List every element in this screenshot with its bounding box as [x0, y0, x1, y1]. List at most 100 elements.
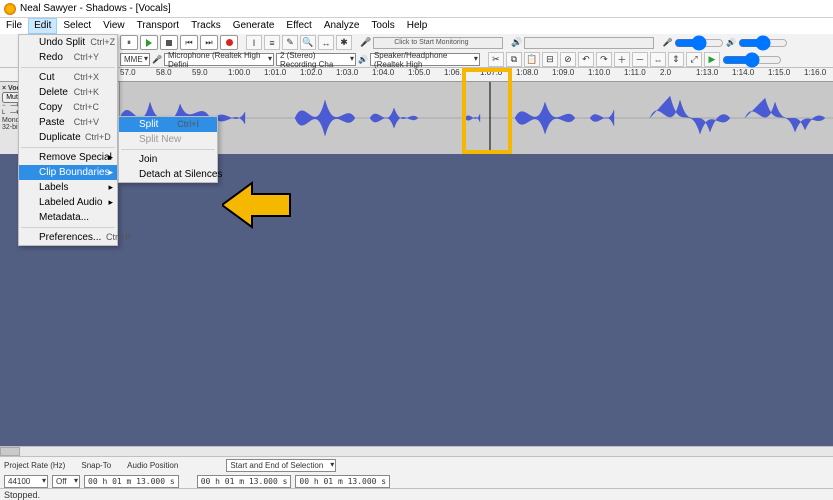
selection-start-field[interactable]: 00 h 01 m 13.000 s — [197, 475, 292, 488]
playback-device-combo[interactable]: Speaker/Headphone (Realtek High — [370, 53, 480, 66]
cut-button[interactable]: ✂ — [488, 52, 504, 67]
playback-meter[interactable] — [524, 37, 654, 49]
titlebar: Neal Sawyer - Shadows - [Vocals] — [0, 0, 833, 18]
menu-view[interactable]: View — [97, 18, 131, 34]
toolbar: I ≡ ✎ 🔍 ↔ ✱ 🎤 Click to Start Monitoring … — [0, 34, 833, 68]
menu-item-undo-split[interactable]: Undo SplitCtrl+Z — [19, 35, 117, 50]
multi-tool[interactable]: ✱ — [336, 35, 352, 50]
recording-volume-slider[interactable] — [674, 38, 724, 48]
zoom-in-button[interactable]: ＋ — [614, 52, 630, 67]
play-meter-icon: 🔊 — [511, 37, 522, 48]
recording-channels-combo[interactable]: 2 (Stereo) Recording Cha — [276, 53, 356, 66]
timeline-tick: 1:10.0 — [588, 68, 624, 81]
audio-position-field[interactable]: 00 h 01 m 13.000 s — [84, 475, 179, 488]
menu-item-detach-at-silences[interactable]: Detach at Silences — [119, 167, 217, 182]
record-button[interactable] — [220, 35, 238, 50]
copy-button[interactable]: ⧉ — [506, 52, 522, 67]
edit-menu-dropdown[interactable]: Undo SplitCtrl+ZRedoCtrl+Y CutCtrl+XDelet… — [18, 34, 118, 246]
menu-help[interactable]: Help — [401, 18, 434, 34]
trim-button[interactable]: ⊟ — [542, 52, 558, 67]
envelope-tool[interactable]: ≡ — [264, 35, 280, 50]
menu-generate[interactable]: Generate — [227, 18, 281, 34]
menu-item-labels[interactable]: Labels — [19, 180, 117, 195]
play-at-speed-button[interactable]: ▶ — [704, 52, 720, 67]
timeline-tick: 59.0 — [192, 68, 228, 81]
mic-vol-icon: 🎤 — [662, 38, 672, 47]
menu-item-remove-special[interactable]: Remove Special — [19, 150, 117, 165]
recording-device-combo[interactable]: Microphone (Realtek High Defini — [164, 53, 274, 66]
selection-format-combo[interactable]: Start and End of Selection — [226, 459, 336, 472]
selection-tool[interactable]: I — [246, 35, 262, 50]
menu-item-split-new: Split New — [119, 132, 217, 147]
snap-to-combo[interactable]: Off — [52, 475, 80, 488]
paste-button[interactable]: 📋 — [524, 52, 540, 67]
menu-item-clip-boundaries[interactable]: Clip Boundaries — [19, 165, 117, 180]
menu-item-delete[interactable]: DeleteCtrl+K — [19, 85, 117, 100]
app-icon — [4, 3, 16, 15]
menu-item-join[interactable]: Join — [119, 152, 217, 167]
timeline-tick: 1:07.0 — [480, 68, 516, 81]
project-rate-combo[interactable]: 44100 — [4, 475, 48, 488]
project-rate-label: Project Rate (Hz) — [4, 461, 65, 470]
menu-item-preferences-[interactable]: Preferences...Ctrl+P — [19, 230, 117, 245]
menu-file[interactable]: File — [0, 18, 28, 34]
menubar[interactable]: FileEditSelectViewTransportTracksGenerat… — [0, 18, 833, 34]
fit-project-button[interactable]: ⇕ — [668, 52, 684, 67]
audio-host-combo[interactable]: MME — [120, 53, 150, 66]
zoom-out-button[interactable]: － — [632, 52, 648, 67]
timeshift-tool[interactable]: ↔ — [318, 35, 334, 50]
timeline-tick: 2.0 — [660, 68, 696, 81]
zoom-tool[interactable]: 🔍 — [300, 35, 316, 50]
menu-item-cut[interactable]: CutCtrl+X — [19, 70, 117, 85]
timeline-tick: 57.0 — [120, 68, 156, 81]
play-button[interactable] — [140, 35, 158, 50]
timeline-tick: 1:16.0 — [804, 68, 833, 81]
menu-analyze[interactable]: Analyze — [318, 18, 366, 34]
playback-volume-slider[interactable] — [738, 38, 788, 48]
undo-button[interactable]: ↶ — [578, 52, 594, 67]
snap-to-label: Snap-To — [81, 461, 111, 470]
horizontal-scrollbar[interactable] — [0, 446, 833, 456]
timeline-tick: 1:13.0 — [696, 68, 732, 81]
timeline-ruler[interactable]: 57.058.059.01:00.01:01.01:02.01:03.01:04… — [0, 68, 833, 82]
status-bar: Stopped. — [0, 488, 833, 500]
menu-effect[interactable]: Effect — [280, 18, 317, 34]
menu-item-duplicate[interactable]: DuplicateCtrl+D — [19, 130, 117, 145]
menu-transport[interactable]: Transport — [131, 18, 185, 34]
menu-item-split[interactable]: SplitCtrl+I — [119, 117, 217, 132]
skip-end-button[interactable] — [200, 35, 218, 50]
menu-item-labeled-audio[interactable]: Labeled Audio — [19, 195, 117, 210]
timeline-tick: 1:11.0 — [624, 68, 660, 81]
timeline-tick: 1:02.0 — [300, 68, 336, 81]
menu-tools[interactable]: Tools — [365, 18, 400, 34]
annotation-arrow — [222, 180, 292, 235]
menu-item-redo[interactable]: RedoCtrl+Y — [19, 50, 117, 65]
menu-item-paste[interactable]: PasteCtrl+V — [19, 115, 117, 130]
zoom-toggle-button[interactable]: ⤢ — [686, 52, 702, 67]
menu-item-copy[interactable]: CopyCtrl+C — [19, 100, 117, 115]
waveform-canvas[interactable] — [120, 82, 833, 154]
timeline-tick: 1:04.0 — [372, 68, 408, 81]
skip-start-button[interactable] — [180, 35, 198, 50]
timeline-tick: 1:03.0 — [336, 68, 372, 81]
draw-tool[interactable]: ✎ — [282, 35, 298, 50]
clip-boundaries-submenu[interactable]: SplitCtrl+ISplit New JoinDetach at Silenc… — [118, 116, 218, 183]
pause-button[interactable] — [120, 35, 138, 50]
playback-speed-slider[interactable] — [722, 55, 782, 65]
timeline-tick: 1:14.0 — [732, 68, 768, 81]
redo-button[interactable]: ↷ — [596, 52, 612, 67]
silence-button[interactable]: ⊘ — [560, 52, 576, 67]
menu-edit[interactable]: Edit — [28, 18, 57, 34]
selection-end-field[interactable]: 00 h 01 m 13.000 s — [295, 475, 390, 488]
menu-tracks[interactable]: Tracks — [185, 18, 227, 34]
spk-vol-icon: 🔊 — [726, 38, 736, 47]
timeline-tick: 1:08.0 — [516, 68, 552, 81]
recording-meter[interactable]: Click to Start Monitoring — [373, 37, 503, 49]
timeline-tick: 1:00.0 — [228, 68, 264, 81]
fit-selection-button[interactable]: ⇔ — [650, 52, 666, 67]
status-text: Stopped. — [4, 490, 40, 500]
menu-item-metadata-[interactable]: Metadata... — [19, 210, 117, 225]
mic-icon: 🎤 — [152, 55, 162, 64]
stop-button[interactable] — [160, 35, 178, 50]
menu-select[interactable]: Select — [57, 18, 97, 34]
